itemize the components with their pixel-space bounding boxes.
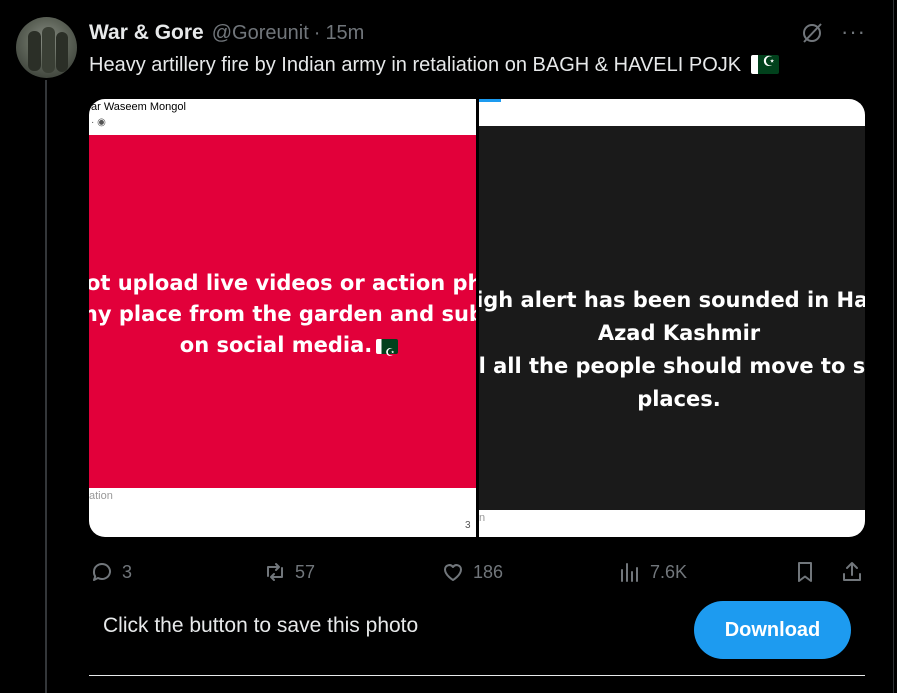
download-button[interactable]: Download <box>694 601 851 659</box>
tweet-header: War & Gore @Goreunit · 15m <box>89 19 364 47</box>
column-border <box>893 0 894 693</box>
thread-line <box>45 80 47 693</box>
share-button[interactable] <box>840 558 864 586</box>
repost-button[interactable]: 57 <box>263 558 315 586</box>
author-handle[interactable]: @Goreunit <box>212 22 309 45</box>
grok-icon[interactable] <box>800 21 824 45</box>
image-right-footer: n <box>479 512 486 524</box>
more-options-icon[interactable]: ··· <box>841 19 866 45</box>
image-left-line-3: on social media. <box>179 333 373 357</box>
globe-icon: · ◉ <box>91 117 106 128</box>
image-left-line-1: not upload live videos or action phot <box>89 271 476 295</box>
image-left-red-area: not upload live videos or action phot an… <box>89 135 476 488</box>
author-name[interactable]: War & Gore <box>89 21 204 45</box>
image-right-dark-area: igh alert has been sounded in Hav Azad K… <box>479 126 865 510</box>
separator-dot: · <box>313 21 321 44</box>
tweet-time[interactable]: 15m <box>325 22 364 45</box>
repost-icon <box>267 563 283 581</box>
reply-icon <box>92 563 111 581</box>
image-left-footer: ation <box>89 490 113 502</box>
image-right-line-4: places. <box>637 387 721 411</box>
reply-button[interactable]: 3 <box>90 558 132 586</box>
bookmark-icon <box>798 562 812 582</box>
media-image-right[interactable]: igh alert has been sounded in Hav Azad K… <box>479 99 865 537</box>
views-icon <box>621 563 638 582</box>
repost-count: 57 <box>295 561 316 582</box>
pakistan-flag-icon <box>376 337 399 368</box>
image-left-author: ar Waseem Mongol <box>91 101 186 113</box>
image-right-caption: igh alert has been sounded in Hav Azad K… <box>479 284 865 416</box>
avatar[interactable] <box>16 17 77 78</box>
bookmark-button[interactable] <box>793 558 817 586</box>
pakistan-flag-icon <box>750 53 779 74</box>
image-right-line-3: l all the people should move to sa <box>479 354 865 378</box>
image-left-caption: not upload live videos or action phot an… <box>89 268 476 368</box>
tweet-actions: 3 57 186 7.6K <box>0 558 897 586</box>
views-button[interactable]: 7.6K <box>618 558 687 586</box>
tweet-body: Heavy artillery fire by Indian army in r… <box>89 54 742 76</box>
reply-count: 3 <box>122 561 133 582</box>
image-left-line-2: any place from the garden and subur <box>89 302 476 326</box>
bottom-separator <box>89 675 865 676</box>
image-right-line-2: Azad Kashmir <box>597 321 761 345</box>
like-count: 186 <box>473 561 504 582</box>
image-right-tab-indicator <box>479 99 501 102</box>
like-button[interactable]: 186 <box>441 558 503 586</box>
media-image-left[interactable]: ar Waseem Mongol · ◉ not upload live vid… <box>89 99 476 537</box>
save-prompt-text: Click the button to save this photo <box>103 614 419 637</box>
views-count: 7.6K <box>650 561 688 582</box>
tweet-media[interactable]: ar Waseem Mongol · ◉ not upload live vid… <box>89 99 865 537</box>
tweet-text: Heavy artillery fire by Indian army in r… <box>89 53 779 77</box>
heart-icon <box>444 564 462 581</box>
share-icon <box>843 562 861 581</box>
image-left-page: 3 <box>465 520 471 531</box>
image-right-line-1: igh alert has been sounded in Hav <box>479 288 865 312</box>
